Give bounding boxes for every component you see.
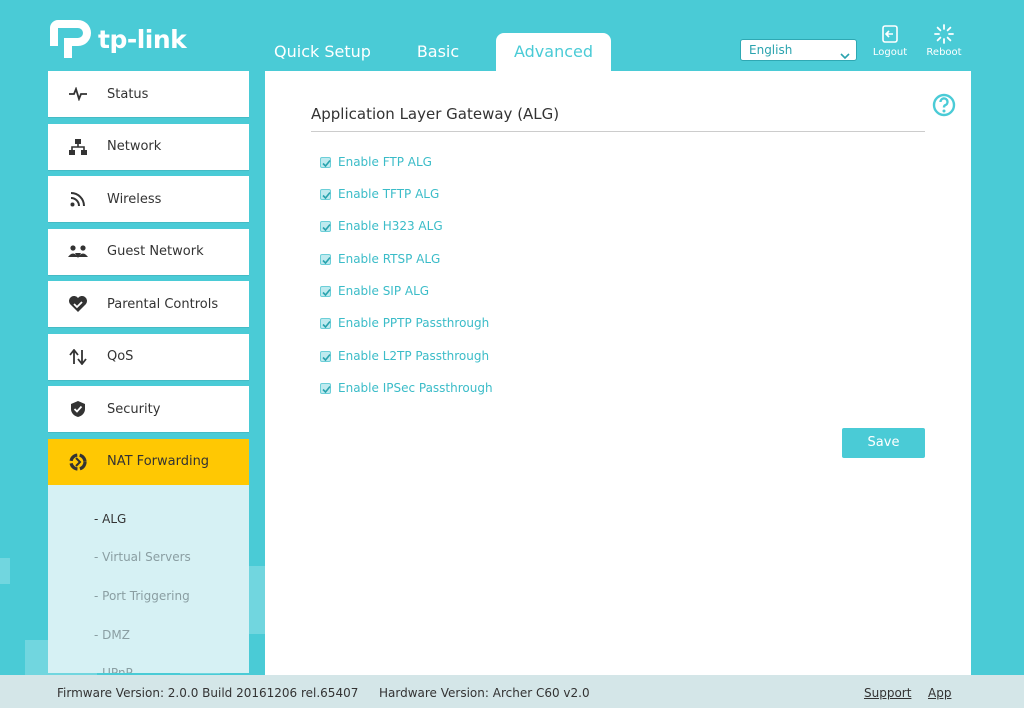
save-button[interactable]: Save bbox=[842, 428, 925, 458]
logout-button[interactable]: Logout bbox=[868, 24, 912, 58]
tab-basic[interactable]: Basic bbox=[400, 33, 476, 71]
help-icon[interactable] bbox=[932, 93, 956, 121]
tp-link-logo: tp-link bbox=[48, 16, 187, 62]
pptp-passthrough-checkbox[interactable] bbox=[320, 317, 331, 329]
pulse-icon bbox=[48, 87, 107, 101]
nat-icon bbox=[48, 452, 107, 471]
page-title: Application Layer Gateway (ALG) bbox=[311, 105, 925, 132]
firmware-version: Firmware Version: 2.0.0 Build 20161206 r… bbox=[57, 686, 359, 700]
tab-quick-setup[interactable]: Quick Setup bbox=[270, 33, 375, 71]
sidebar-item-guest-network[interactable]: Guest Network bbox=[48, 228, 249, 275]
submenu-item-dmz[interactable]: - DMZ bbox=[48, 621, 249, 660]
language-select[interactable]: English bbox=[740, 39, 857, 61]
option-label: Enable PPTP Passthrough bbox=[338, 316, 490, 330]
option-pptp-passthrough[interactable]: Enable PPTP Passthrough bbox=[320, 316, 489, 330]
updown-arrows-icon bbox=[48, 348, 107, 365]
sidebar-item-label: Parental Controls bbox=[107, 296, 219, 312]
option-tftp-alg[interactable]: Enable TFTP ALG bbox=[320, 187, 439, 201]
submenu-item-virtual-servers[interactable]: - Virtual Servers bbox=[48, 543, 249, 582]
option-label: Enable H323 ALG bbox=[338, 219, 443, 233]
option-sip-alg[interactable]: Enable SIP ALG bbox=[320, 284, 429, 298]
option-label: Enable FTP ALG bbox=[338, 155, 432, 169]
hardware-version: Hardware Version: Archer C60 v2.0 bbox=[379, 686, 590, 700]
sidebar-item-network[interactable]: Network bbox=[48, 123, 249, 170]
sidebar-item-wireless[interactable]: Wireless bbox=[48, 176, 249, 222]
option-label: Enable RTSP ALG bbox=[338, 252, 441, 266]
sidebar-item-label: Status bbox=[107, 86, 149, 102]
option-label: Enable SIP ALG bbox=[338, 284, 430, 298]
tp-link-logo-mark bbox=[48, 16, 94, 62]
sidebar-item-qos[interactable]: QoS bbox=[48, 333, 249, 380]
submenu-item-upnp[interactable]: - UPnP bbox=[48, 659, 249, 672]
submenu-item-alg[interactable]: - ALG bbox=[48, 505, 249, 544]
submenu-item-port-triggering[interactable]: - Port Triggering bbox=[48, 582, 249, 621]
option-h323-alg[interactable]: Enable H323 ALG bbox=[320, 219, 443, 233]
main-panel: Application Layer Gateway (ALG) Enable F… bbox=[265, 71, 971, 675]
sidebar-item-label: Network bbox=[107, 139, 162, 154]
option-label: Enable TFTP ALG bbox=[338, 187, 440, 201]
support-link[interactable]: Support bbox=[864, 686, 911, 700]
sidebar-item-status[interactable]: Status bbox=[48, 71, 249, 117]
option-label: Enable L2TP Passthrough bbox=[338, 349, 490, 363]
option-label: Enable IPSec Passthrough bbox=[338, 381, 493, 395]
option-l2tp-passthrough[interactable]: Enable L2TP Passthrough bbox=[320, 349, 489, 363]
wifi-icon bbox=[48, 191, 107, 207]
sidebar-item-parental-controls[interactable]: Parental Controls bbox=[48, 281, 249, 327]
tftp-alg-checkbox[interactable] bbox=[320, 188, 331, 200]
tab-advanced[interactable]: Advanced bbox=[496, 33, 611, 71]
app-link[interactable]: App bbox=[928, 686, 951, 700]
guest-icon bbox=[48, 244, 107, 259]
logout-icon bbox=[882, 25, 898, 43]
sidebar-item-label: Wireless bbox=[107, 191, 162, 207]
h323-alg-checkbox[interactable] bbox=[320, 220, 331, 232]
ftp-alg-checkbox[interactable] bbox=[320, 156, 331, 168]
option-rtsp-alg[interactable]: Enable RTSP ALG bbox=[320, 252, 440, 266]
rtsp-alg-checkbox[interactable] bbox=[320, 253, 331, 265]
ipsec-passthrough-checkbox[interactable] bbox=[320, 382, 331, 394]
heart-icon bbox=[48, 295, 107, 313]
nat-submenu: - ALG - Virtual Servers - Port Triggerin… bbox=[48, 484, 249, 673]
decorative-block bbox=[0, 558, 10, 584]
sip-alg-checkbox[interactable] bbox=[320, 285, 331, 297]
reboot-button[interactable]: Reboot bbox=[922, 24, 966, 58]
sidebar-item-label: Security bbox=[107, 401, 161, 417]
network-icon bbox=[48, 138, 107, 155]
sidebar-item-security[interactable]: Security bbox=[48, 386, 249, 432]
sidebar: Status Network Wireless Guest Network Pa… bbox=[48, 71, 249, 673]
language-selected: English bbox=[749, 43, 793, 57]
sidebar-item-nat-forwarding[interactable]: NAT Forwarding bbox=[48, 438, 249, 485]
option-ftp-alg[interactable]: Enable FTP ALG bbox=[320, 155, 432, 169]
reboot-label: Reboot bbox=[926, 47, 962, 58]
shield-icon bbox=[48, 400, 107, 418]
reboot-icon bbox=[934, 24, 954, 44]
sidebar-item-label: QoS bbox=[107, 349, 134, 364]
l2tp-passthrough-checkbox[interactable] bbox=[320, 350, 331, 362]
sidebar-item-label: NAT Forwarding bbox=[107, 454, 210, 469]
logout-label: Logout bbox=[872, 47, 908, 58]
logo-text: tp-link bbox=[98, 24, 187, 54]
option-ipsec-passthrough[interactable]: Enable IPSec Passthrough bbox=[320, 381, 493, 395]
chevron-down-icon bbox=[840, 46, 850, 66]
footer: Firmware Version: 2.0.0 Build 20161206 r… bbox=[0, 675, 1024, 708]
sidebar-item-label: Guest Network bbox=[107, 244, 204, 259]
